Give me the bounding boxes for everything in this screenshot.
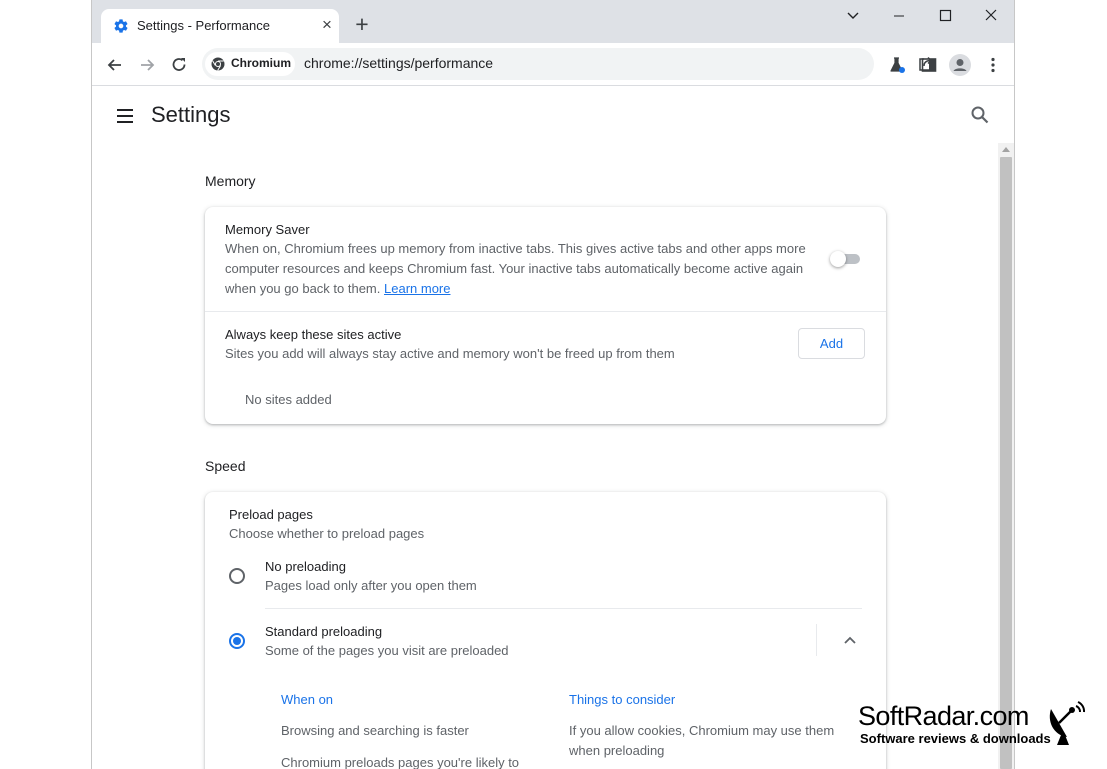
minimize-icon — [894, 15, 904, 17]
things-to-consider-line: when preloading — [569, 743, 665, 758]
memory-saver-description-line: computer resources and keeps Chromium fa… — [225, 261, 804, 276]
standard-preloading-label: Standard preloading — [265, 624, 383, 639]
site-info-chip[interactable]: Chromium — [205, 52, 295, 76]
tab-search-button[interactable] — [830, 4, 876, 28]
always-active-description: Sites you add will always stay active an… — [225, 346, 675, 361]
when-on-item: Browsing and searching is faster — [281, 723, 469, 738]
forward-arrow-icon — [141, 59, 155, 71]
things-to-consider-item: If you allow cookies, Chromium may use t… — [569, 721, 834, 761]
reload-icon — [172, 58, 186, 71]
standard-preloading-radio[interactable] — [229, 633, 245, 649]
things-to-consider-line: If you allow cookies, Chromium may use t… — [569, 723, 835, 738]
more-vertical-icon — [991, 57, 995, 73]
scroll-up-arrow-icon[interactable] — [1002, 147, 1010, 152]
browser-toolbar: Chromium chrome://settings/performance — [92, 43, 1014, 86]
memory-saver-description: When on, Chromium frees up memory from i… — [225, 239, 815, 299]
maximize-button[interactable] — [922, 4, 968, 28]
back-button[interactable] — [102, 52, 128, 78]
expand-collapse-button[interactable] — [837, 629, 863, 651]
speed-section-title: Speed — [205, 458, 246, 474]
when-on-heading: When on — [281, 692, 334, 707]
things-to-consider-heading: Things to consider — [569, 692, 676, 707]
tab-close-icon[interactable]: × — [319, 16, 335, 34]
forward-button[interactable] — [134, 52, 160, 78]
chevron-down-icon — [847, 12, 859, 19]
scrollbar-thumb[interactable] — [1000, 157, 1012, 769]
address-bar[interactable]: Chromium chrome://settings/performance — [202, 48, 967, 80]
hamburger-menu-icon — [117, 109, 133, 123]
divider — [265, 608, 862, 609]
close-icon — [985, 9, 997, 21]
minimize-button[interactable] — [876, 4, 922, 28]
labs-button[interactable] — [884, 52, 910, 78]
always-active-title: Always keep these sites active — [225, 327, 402, 342]
page-title: Settings — [151, 102, 231, 127]
reload-button[interactable] — [166, 52, 192, 78]
settings-content: Memory Memory Saver When on, Chromium fr… — [92, 143, 998, 769]
side-panel-icon — [921, 58, 937, 72]
side-panel-button[interactable] — [916, 52, 942, 78]
back-arrow-icon — [107, 59, 121, 71]
watermark-subtitle: Software reviews & downloads — [860, 731, 1051, 746]
learn-more-link[interactable]: Learn more — [384, 281, 450, 296]
memory-saver-description-line: When on, Chromium frees up memory from i… — [225, 241, 806, 256]
memory-saver-description-line: when you go back to them. Learn more — [225, 279, 815, 299]
new-tab-button[interactable]: + — [351, 13, 373, 36]
search-icon — [971, 106, 989, 124]
site-chip-label: Chromium — [231, 56, 291, 70]
chevron-up-icon — [844, 636, 856, 644]
memory-saver-description-end: when you go back to them. — [225, 281, 381, 296]
memory-saver-title: Memory Saver — [225, 222, 310, 237]
memory-saver-toggle[interactable] — [830, 251, 862, 267]
no-sites-text: No sites added — [245, 392, 332, 407]
watermark-title: SoftRadar.com — [858, 701, 1029, 731]
expand-separator — [816, 624, 817, 656]
when-on-item: Chromium preloads pages you're likely to — [281, 755, 520, 769]
profile-button[interactable] — [947, 52, 973, 78]
preload-title: Preload pages — [229, 507, 313, 522]
scrollbar[interactable] — [998, 143, 1014, 769]
standard-preloading-description: Some of the pages you visit are preloade… — [265, 643, 509, 658]
tab-title: Settings - Performance — [137, 18, 270, 33]
memory-section-title: Memory — [205, 173, 256, 189]
main-menu-button[interactable] — [114, 105, 136, 127]
settings-header: Settings — [92, 87, 1014, 143]
maximize-icon — [939, 9, 952, 22]
title-bar: Settings - Performance × + — [92, 0, 1014, 43]
preload-description: Choose whether to preload pages — [229, 526, 425, 541]
toggle-thumb — [830, 251, 846, 267]
speed-card: Preload pages Choose whether to preload … — [205, 492, 886, 769]
settings-gear-icon — [114, 19, 128, 33]
chromium-logo-icon — [211, 57, 225, 71]
softradar-watermark: SoftRadar.com Software reviews & downloa… — [855, 701, 1090, 751]
screen: Settings - Performance × + Chromium chro… — [0, 0, 1107, 769]
add-site-button[interactable]: Add — [798, 328, 865, 359]
flask-icon — [890, 57, 905, 73]
divider — [205, 311, 886, 312]
satellite-dish-icon — [1049, 701, 1086, 745]
browser-window: Settings - Performance × + Chromium chro… — [91, 0, 1015, 769]
browser-menu-button[interactable] — [980, 52, 1006, 78]
close-window-button[interactable] — [968, 4, 1014, 28]
active-tab[interactable]: Settings - Performance × — [101, 9, 339, 43]
search-settings-button[interactable] — [969, 104, 991, 126]
radio-dot — [233, 637, 241, 645]
no-preloading-radio[interactable] — [229, 568, 245, 584]
avatar-icon — [949, 54, 971, 76]
memory-card: Memory Saver When on, Chromium frees up … — [205, 207, 886, 424]
url-text[interactable]: chrome://settings/performance — [304, 55, 493, 71]
no-preloading-label: No preloading — [265, 559, 346, 574]
no-preloading-description: Pages load only after you open them — [265, 578, 477, 593]
